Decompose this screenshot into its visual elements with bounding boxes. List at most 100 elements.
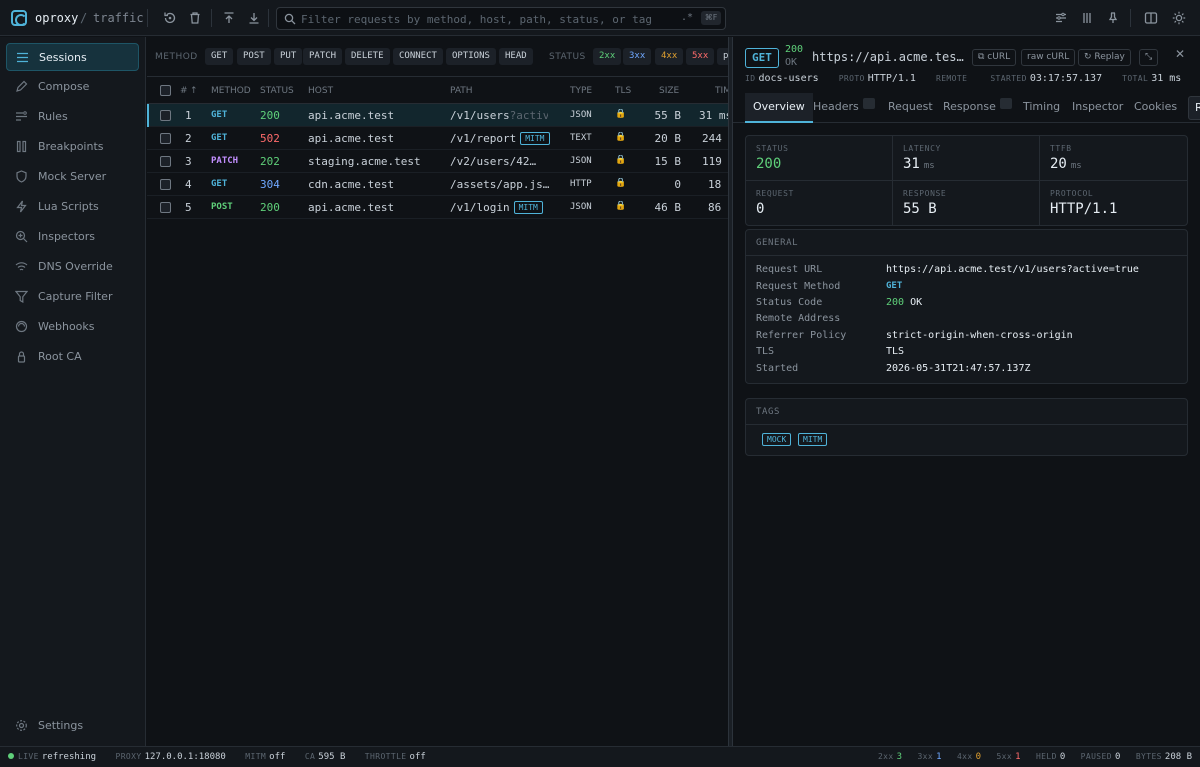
method-chip-patch[interactable]: PATCH [303,48,343,65]
tags-card: TAGS MOCK MITM [745,398,1188,456]
stat-label: PROTOCOL [1050,189,1094,198]
close-icon[interactable]: ✕ [1170,47,1190,64]
column-header-status[interactable]: STATUS [260,86,294,96]
row-status: 502 [260,132,280,145]
regex-toggle[interactable]: .* [681,12,693,23]
live-indicator-icon [8,753,14,759]
row-checkbox[interactable] [160,110,171,121]
card-title: GENERAL [756,238,799,248]
sidebar-item-webhooks[interactable]: Webhooks [6,313,139,341]
upload-icon[interactable] [221,10,237,26]
split-view-icon[interactable] [1143,10,1159,26]
column-header-host[interactable]: HOST [308,86,333,96]
status-chip-4xx[interactable]: 4xx [655,48,684,65]
sidebar-item-label: Webhooks [38,320,95,333]
row-index: 3 [185,155,192,168]
copy-raw-curl-button[interactable]: raw cURL [1021,49,1076,66]
tab-overflow[interactable]: R [1188,96,1200,120]
sidebar-item-breakpoints[interactable]: Breakpoints [6,133,139,161]
table-row[interactable]: 3 PATCH 202 staging.acme.test /v2/users/… [147,150,728,173]
search-box[interactable]: .* ⌘F [276,7,726,30]
tab-headers[interactable]: Headers [805,93,883,123]
meta-value: 03:17:57.137 [1029,73,1103,84]
column-header-tls[interactable]: TLS [615,86,631,96]
row-type: JSON [570,110,592,120]
sidebar-item-rules[interactable]: Rules [6,103,139,131]
sidebar-item-settings[interactable]: Settings [6,712,139,740]
meta-key: STARTED [990,74,1027,83]
expand-icon[interactable]: ⤡ [1139,49,1159,66]
row-time: 31 ms [699,109,728,122]
select-all-checkbox[interactable] [160,85,171,96]
status-code-value: 200 [886,297,905,308]
sidebar-item-lua-scripts[interactable]: Lua Scripts [6,193,139,221]
method-chip-options[interactable]: OPTIONS [446,48,496,65]
sidebar-item-sessions[interactable]: Sessions [6,43,139,71]
column-header-path[interactable]: PATH [450,86,473,96]
sidebar-item-capture-filter[interactable]: Capture Filter [6,283,139,311]
method-chip-get[interactable]: GET [205,48,234,65]
lock-icon [15,350,28,363]
request-meta: ID docs-users PROTO HTTP/1.1 REMOTE STARTE… [745,73,1195,87]
status-chip-3xx[interactable]: 3xx [623,48,652,65]
toolbar-divider [211,9,212,27]
sort-arrow-icon[interactable]: ↑ [190,86,198,96]
method-chip-delete[interactable]: DELETE [345,48,390,65]
trash-icon[interactable] [187,10,203,26]
status-code: 200 [785,44,804,55]
column-header-size[interactable]: SIZE [659,86,679,96]
table-row[interactable]: 5 POST 200 api.acme.test /v1/login MITM J… [147,196,728,219]
sidebar-item-root-ca[interactable]: Root CA [6,343,139,371]
copy-icon: ⧉ [978,52,988,62]
method-chip-post[interactable]: POST [237,48,271,65]
tab-cookies[interactable]: Cookies [1126,93,1185,123]
sidebar-item-label: Sessions [39,51,87,64]
download-icon[interactable] [246,10,262,26]
field-value: https://api.acme.test/v1/users?active=tr… [886,264,1139,275]
tab-overview[interactable]: Overview [745,93,813,123]
method-chip-head[interactable]: HEAD [499,48,533,65]
app-logo-icon [11,10,27,26]
method-filter-label: METHOD [155,52,198,62]
filter-settings-icon[interactable] [1053,10,1069,26]
copy-curl-label: cURL [987,52,1011,62]
theme-icon[interactable] [1171,10,1187,26]
table-row[interactable]: 1 GET 200 api.acme.test /v1/users?active… [147,104,728,127]
status-chip-more[interactable]: p [717,48,728,65]
search-input[interactable] [301,10,681,28]
row-checkbox[interactable] [160,202,171,213]
column-header-time[interactable]: TIME [715,86,728,96]
app-name: oproxy [35,11,79,25]
sidebar-item-mock-server[interactable]: Mock Server [6,163,139,191]
method-chip-connect[interactable]: CONNECT [393,48,443,65]
refresh-icon[interactable] [162,10,178,26]
table-row[interactable]: 4 GET 304 cdn.acme.test /assets/app.js… … [147,173,728,196]
pin-icon[interactable] [1105,10,1121,26]
stat-request: REQUEST 0 [746,181,893,226]
method-chip-put[interactable]: PUT [274,48,303,65]
tab-request[interactable]: Request [880,93,941,123]
status-key: CA [304,752,316,761]
table-row[interactable]: 2 GET 502 api.acme.test /v1/report MITM T… [147,127,728,150]
status-chip-2xx[interactable]: 2xx [593,48,622,65]
tab-response[interactable]: Response [935,93,1020,123]
tls-lock-icon: 🔒 [615,109,627,119]
row-checkbox[interactable] [160,133,171,144]
copy-curl-button[interactable]: ⧉ cURL [972,49,1017,66]
meta-key: ID [745,74,756,83]
status-chip-5xx[interactable]: 5xx [686,48,715,65]
tab-inspector[interactable]: Inspector [1064,93,1131,123]
replay-button[interactable]: ↻ Replay [1078,49,1131,66]
column-header-type[interactable]: TYPE [570,86,592,96]
sidebar-item-inspectors[interactable]: Inspectors [6,223,139,251]
columns-icon[interactable] [1079,10,1095,26]
row-checkbox[interactable] [160,179,171,190]
column-header-index[interactable]: # [180,86,188,96]
sidebar-item-compose[interactable]: Compose [6,73,139,101]
copy-raw-curl-label: raw cURL [1027,52,1070,62]
sidebar-item-dns-override[interactable]: DNS Override [6,253,139,281]
tab-timing[interactable]: Timing [1015,93,1068,123]
column-header-method[interactable]: METHOD [211,86,251,96]
stat-label: TTFB [1050,144,1072,153]
row-checkbox[interactable] [160,156,171,167]
